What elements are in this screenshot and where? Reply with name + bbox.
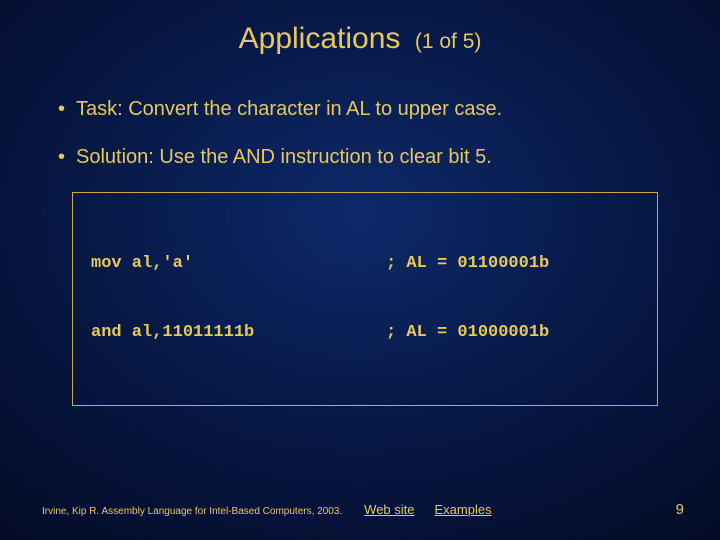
footer: Irvine, Kip R. Assembly Language for Int… [0, 501, 720, 518]
bullet-item: Task: Convert the character in AL to upp… [76, 96, 658, 122]
page-number: 9 [676, 501, 684, 518]
code-comment: ; AL = 01000001b [386, 322, 639, 345]
title-row: Applications (1 of 5) [32, 22, 688, 56]
citation-text: Irvine, Kip R. Assembly Language for Int… [42, 506, 342, 517]
slide-title: Applications [239, 22, 401, 55]
code-line: and al,11011111b ; AL = 01000001b [91, 322, 639, 345]
slide-subtitle: (1 of 5) [415, 30, 482, 53]
slide: Applications (1 of 5) Task: Convert the … [0, 0, 720, 540]
code-block: mov al,'a' ; AL = 01100001b and al,11011… [72, 192, 658, 406]
bullet-item: Solution: Use the AND instruction to cle… [76, 144, 658, 170]
code-comment: ; AL = 01100001b [386, 253, 639, 276]
code-line: mov al,'a' ; AL = 01100001b [91, 253, 639, 276]
bullet-list: Task: Convert the character in AL to upp… [32, 96, 688, 170]
website-link[interactable]: Web site [364, 502, 414, 517]
code-instruction: mov al,'a' [91, 253, 386, 276]
examples-link[interactable]: Examples [435, 502, 492, 517]
code-instruction: and al,11011111b [91, 322, 386, 345]
